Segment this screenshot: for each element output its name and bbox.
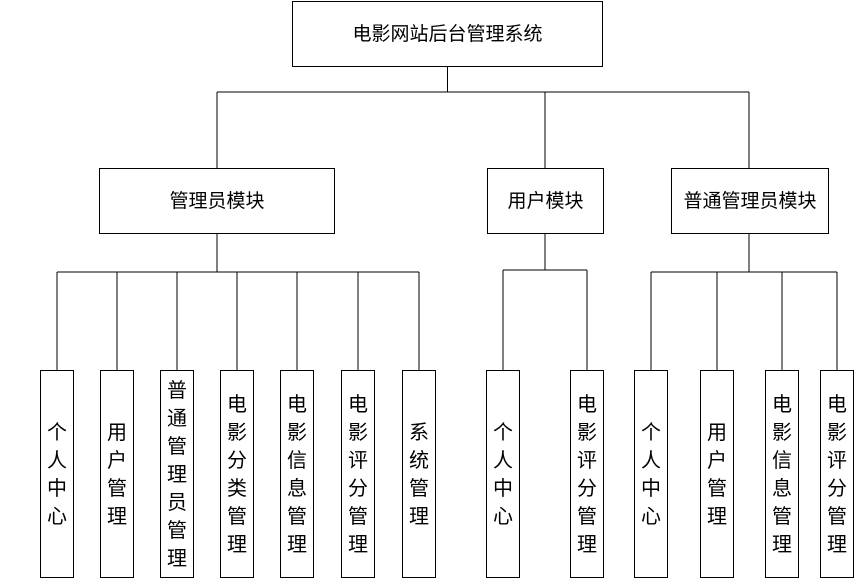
module-user: 用户模块 [487,168,604,234]
leaf-normal-admin-personal-center: 个人中心 [634,370,668,578]
root-node: 电影网站后台管理系统 [292,1,603,67]
leaf-user-personal-center: 个人中心 [486,370,520,578]
leaf-normal-admin-movie-rating-management: 电影评分管理 [820,370,854,578]
module-diagram: 电影网站后台管理系统 管理员模块 用户模块 普通管理员模块 个人中心 用户管理 … [0,0,864,588]
leaf-admin-user-management: 用户管理 [100,370,134,578]
leaf-admin-system-management: 系统管理 [402,370,436,578]
leaf-admin-personal-center: 个人中心 [40,370,74,578]
leaf-admin-movie-rating-management: 电影评分管理 [341,370,375,578]
leaf-admin-normal-admin-management: 普通管理员管理 [160,370,194,578]
leaf-normal-admin-user-management: 用户管理 [700,370,734,578]
module-normal-admin: 普通管理员模块 [671,168,829,234]
leaf-admin-movie-info-management: 电影信息管理 [280,370,314,578]
leaf-user-movie-rating-management: 电影评分管理 [570,370,604,578]
module-admin: 管理员模块 [99,168,335,234]
leaf-admin-movie-category-management: 电影分类管理 [220,370,254,578]
leaf-normal-admin-movie-info-management: 电影信息管理 [765,370,799,578]
